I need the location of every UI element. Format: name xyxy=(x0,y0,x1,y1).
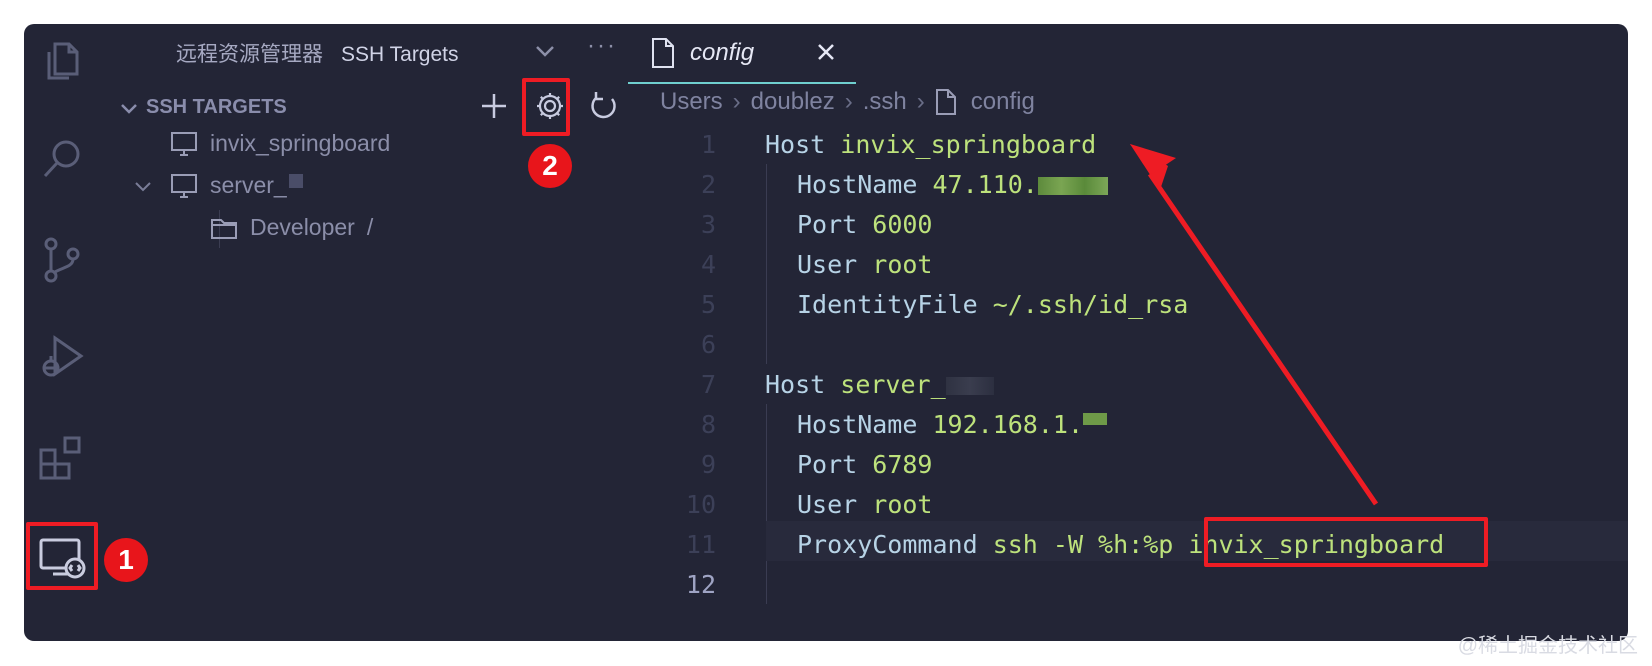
watermark: @稀土掘金技术社区 xyxy=(1457,635,1638,657)
annotation-arrow xyxy=(1130,144,1379,506)
vscode-window: 1 远程资源管理器 SSH Targets ··· SSH TARGETS 2 … xyxy=(24,24,1628,641)
